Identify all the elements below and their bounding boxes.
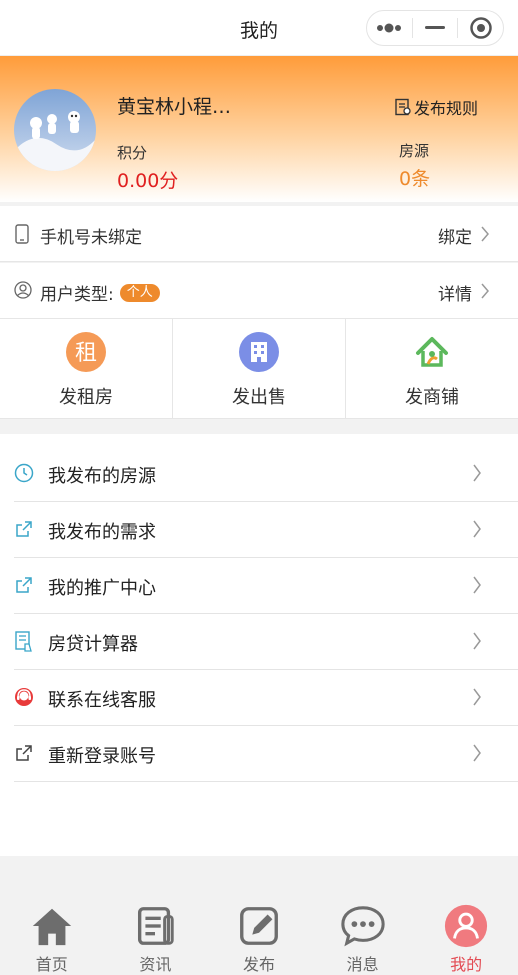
chevron-right-icon xyxy=(481,283,489,299)
calculator-icon xyxy=(15,631,32,652)
post-rent-button[interactable]: 租 发租房 xyxy=(0,319,173,418)
menu-item-my-listings[interactable]: 我发布的房源 xyxy=(14,446,518,502)
profile-header: 黄宝林小程… 发布规则 积分 0.00分 房源 0条 xyxy=(0,56,518,202)
user-icon xyxy=(445,904,488,948)
tab-messages[interactable]: 消息 xyxy=(311,900,415,975)
phone-binding-row[interactable]: 手机号未绑定 绑定 xyxy=(0,206,518,262)
close-button[interactable] xyxy=(458,11,503,45)
menu-item-label: 我发布的需求 xyxy=(48,522,156,543)
menu-item-label: 房贷计算器 xyxy=(48,634,138,655)
menu-item-relogin[interactable]: 重新登录账号 xyxy=(14,726,518,782)
chevron-right-icon xyxy=(473,520,481,538)
publish-rules-link[interactable]: 发布规则 xyxy=(394,95,478,119)
user-circle-icon xyxy=(14,281,32,299)
relogin-icon xyxy=(16,745,32,761)
building-icon xyxy=(239,332,279,372)
menu-item-label: 重新登录账号 xyxy=(48,746,156,767)
document-icon xyxy=(395,98,411,116)
tab-mine[interactable]: 我的 xyxy=(414,900,518,975)
user-type-details-link[interactable]: 详情 xyxy=(438,280,472,305)
phone-icon xyxy=(15,224,29,244)
share-icon xyxy=(16,577,32,593)
avatar-image xyxy=(14,89,96,171)
chevron-right-icon xyxy=(473,576,481,594)
edit-icon xyxy=(240,907,278,945)
user-type-badge: 个人 xyxy=(119,283,160,302)
tab-news[interactable]: 资讯 xyxy=(104,900,208,975)
post-shop-label: 发商铺 xyxy=(405,387,459,408)
bottom-tab-bar: 首页 资讯 发布 消息 我的 xyxy=(0,900,518,975)
share-icon xyxy=(16,521,32,537)
rent-icon: 租 xyxy=(66,332,106,372)
menu-item-label: 我的推广中心 xyxy=(48,578,156,599)
minus-icon xyxy=(425,26,445,29)
more-dots-icon xyxy=(377,23,402,33)
shop-icon xyxy=(416,337,448,367)
chevron-right-icon xyxy=(473,632,481,650)
post-rent-label: 发租房 xyxy=(59,387,113,408)
more-menu-button[interactable] xyxy=(367,11,412,45)
houses-label: 房源 xyxy=(399,142,430,160)
tab-publish[interactable]: 发布 xyxy=(207,900,311,975)
houses-value: 0条 xyxy=(399,168,431,190)
publish-rules-label: 发布规则 xyxy=(413,99,478,118)
username: 黄宝林小程… xyxy=(117,96,232,118)
svg-text:租: 租 xyxy=(75,341,97,366)
tab-label: 我的 xyxy=(450,955,483,974)
navigation-bar: 我的 xyxy=(0,0,518,56)
clock-icon xyxy=(14,463,34,483)
home-icon xyxy=(32,908,71,946)
points-value: 0.00分 xyxy=(117,170,179,192)
phone-status-label: 手机号未绑定 xyxy=(40,228,142,248)
post-sale-label: 发出售 xyxy=(232,387,286,408)
points-label: 积分 xyxy=(117,144,148,162)
tab-home[interactable]: 首页 xyxy=(0,900,104,975)
avatar[interactable] xyxy=(14,89,96,171)
menu-item-label: 联系在线客服 xyxy=(48,690,156,711)
menu-item-my-demands[interactable]: 我发布的需求 xyxy=(14,502,518,558)
post-shop-button[interactable]: 发商铺 xyxy=(346,319,518,418)
minimize-button[interactable] xyxy=(413,11,458,45)
menu-list: 我发布的房源 我发布的需求 我的推广中心 房贷计算器 联系在线客服 重新登录账号 xyxy=(14,446,518,782)
user-type-label: 用户类型: xyxy=(40,285,114,305)
tab-label: 发布 xyxy=(242,955,275,974)
menu-item-label: 我发布的房源 xyxy=(48,466,156,487)
bind-phone-link[interactable]: 绑定 xyxy=(438,223,472,248)
customer-service-icon xyxy=(15,688,33,706)
message-icon xyxy=(340,906,385,947)
menu-item-promotion-center[interactable]: 我的推广中心 xyxy=(14,558,518,614)
news-icon xyxy=(138,907,175,945)
menu-item-mortgage-calculator[interactable]: 房贷计算器 xyxy=(14,614,518,670)
chevron-right-icon xyxy=(473,744,481,762)
chevron-right-icon xyxy=(481,226,489,242)
post-sale-button[interactable]: 发出售 xyxy=(173,319,346,418)
tab-label: 首页 xyxy=(35,955,68,974)
target-icon xyxy=(469,17,492,39)
chevron-right-icon xyxy=(473,688,481,706)
user-type-row[interactable]: 用户类型: 个人 详情 xyxy=(0,263,518,319)
user-type-text: 用户类型: 个人 xyxy=(40,280,160,305)
menu-item-customer-service[interactable]: 联系在线客服 xyxy=(14,670,518,726)
chevron-right-icon xyxy=(473,464,481,482)
tab-label: 资讯 xyxy=(139,955,172,974)
tab-label: 消息 xyxy=(346,955,379,974)
mini-program-capsule xyxy=(366,10,504,46)
quick-actions: 租 发租房 发出售 发商铺 xyxy=(0,319,518,419)
